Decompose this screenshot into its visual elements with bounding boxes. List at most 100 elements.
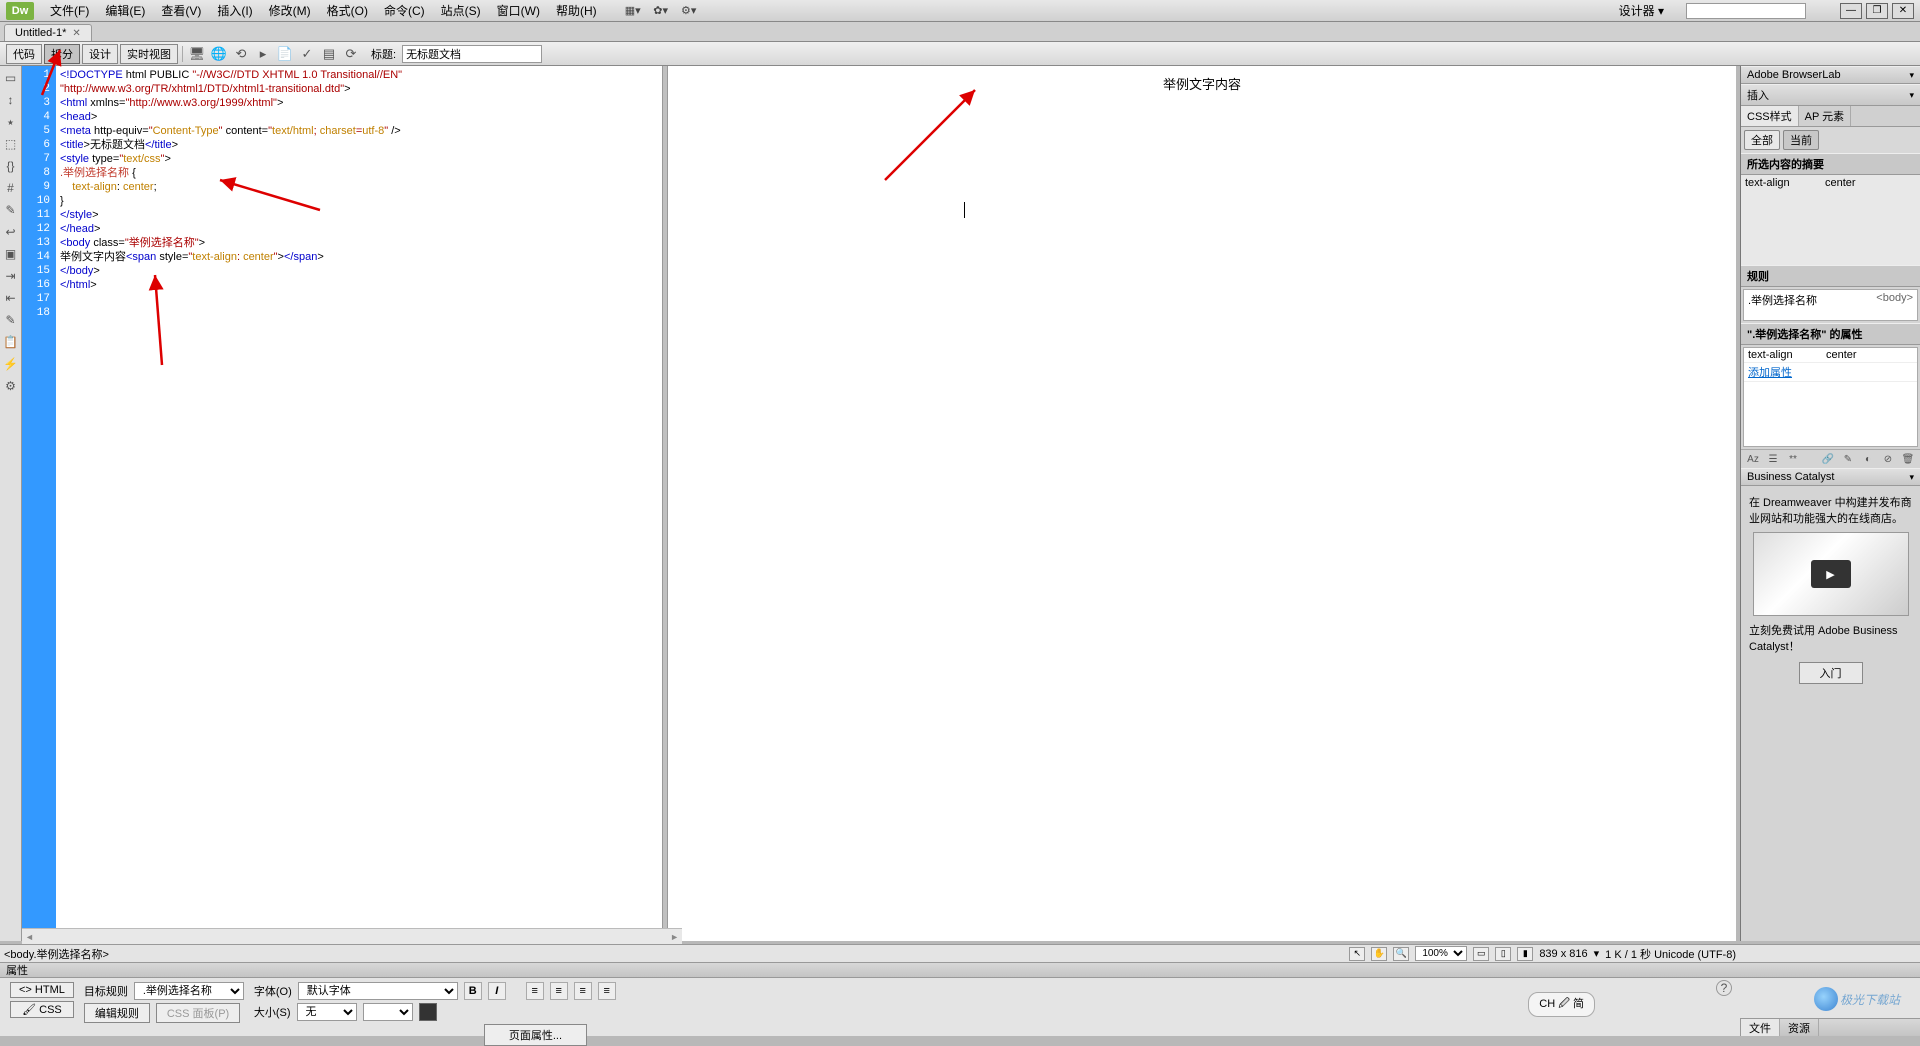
window-size-icon[interactable]: ▭ bbox=[1473, 947, 1489, 961]
css-mode-button[interactable]: 🖌 CSS bbox=[10, 1001, 74, 1018]
menu-view[interactable]: 查看(V) bbox=[153, 0, 209, 21]
layout-icon[interactable]: ▦▾ bbox=[625, 3, 641, 19]
balance-icon[interactable]: {} bbox=[3, 158, 19, 174]
size-unit-select[interactable] bbox=[363, 1003, 413, 1021]
designer-dropdown[interactable]: 设计器 ▾ bbox=[1611, 0, 1672, 21]
snippet-icon[interactable]: ▣ bbox=[3, 246, 19, 262]
format-icon[interactable]: ⚡ bbox=[3, 356, 19, 372]
css-all-button[interactable]: 全部 bbox=[1744, 130, 1780, 150]
sync-icon[interactable]: ⚙▾ bbox=[681, 3, 697, 19]
rule-item[interactable]: .举例选择名称 <body> bbox=[1743, 289, 1918, 321]
zoom-select[interactable]: 100% bbox=[1415, 946, 1467, 961]
wrap-icon[interactable]: ↩ bbox=[3, 224, 19, 240]
ime-badge[interactable]: CH 🖉 简 bbox=[1528, 992, 1595, 1017]
tablet-icon[interactable]: ▯ bbox=[1495, 947, 1511, 961]
menu-format[interactable]: 格式(O) bbox=[319, 0, 376, 21]
target-rule-select[interactable]: .举例选择名称 bbox=[134, 982, 244, 1000]
edit-rule-button[interactable]: 编辑规则 bbox=[84, 1003, 150, 1023]
html-mode-button[interactable]: <> HTML bbox=[10, 982, 74, 998]
italic-button[interactable]: I bbox=[488, 982, 506, 1000]
size-select[interactable]: 无 bbox=[297, 1003, 357, 1021]
line-num-icon[interactable]: # bbox=[3, 180, 19, 196]
panel-insert[interactable]: 插入▾ bbox=[1741, 84, 1920, 106]
close-tab-icon[interactable]: ✕ bbox=[72, 28, 80, 39]
globe-icon[interactable]: 🌐 bbox=[209, 45, 229, 63]
maximize-button[interactable]: ❐ bbox=[1866, 3, 1888, 19]
open-docs-icon[interactable]: ▭ bbox=[3, 70, 19, 86]
menu-insert[interactable]: 插入(I) bbox=[209, 0, 260, 21]
sync-icon[interactable]: ⟲ bbox=[231, 45, 251, 63]
menu-site[interactable]: 站点(S) bbox=[433, 0, 489, 21]
outdent-icon[interactable]: ⇤ bbox=[3, 290, 19, 306]
document-tab[interactable]: Untitled-1* ✕ bbox=[4, 24, 92, 41]
category-icon[interactable]: Az bbox=[1745, 452, 1761, 466]
page-properties-button[interactable]: 页面属性... bbox=[484, 1024, 587, 1046]
horizontal-scrollbar[interactable] bbox=[22, 928, 682, 944]
code-editor[interactable]: <!DOCTYPE html PUBLIC "-//W3C//DTD XHTML… bbox=[56, 66, 662, 941]
menu-commands[interactable]: 命令(C) bbox=[376, 0, 433, 21]
trash-icon[interactable]: 🗑 bbox=[1900, 452, 1916, 466]
attach-icon[interactable]: 🔗 bbox=[1820, 452, 1836, 466]
edit-icon[interactable]: ◐ bbox=[1860, 452, 1876, 466]
design-view[interactable]: 举例文字内容 bbox=[668, 66, 1736, 941]
recent-icon[interactable]: 📋 bbox=[3, 334, 19, 350]
align-left-button[interactable]: ≡ bbox=[526, 982, 544, 1000]
validate-icon[interactable]: ✓ bbox=[297, 45, 317, 63]
panel-business-catalyst[interactable]: Business Catalyst▾ bbox=[1741, 468, 1920, 486]
view-live-button[interactable]: 实时视图 bbox=[120, 44, 178, 64]
disable-icon[interactable]: ⊘ bbox=[1880, 452, 1896, 466]
menu-window[interactable]: 窗口(W) bbox=[489, 0, 548, 21]
help-icon[interactable]: ? bbox=[1716, 980, 1732, 996]
phone-icon[interactable]: ▮ bbox=[1517, 947, 1533, 961]
comment-icon[interactable]: ✎ bbox=[3, 312, 19, 328]
collapse-icon[interactable]: ↕ bbox=[3, 92, 19, 108]
menu-help[interactable]: 帮助(H) bbox=[548, 0, 605, 21]
file-icon[interactable]: 📄 bbox=[275, 45, 295, 63]
prop-value[interactable]: center bbox=[1826, 349, 1857, 361]
menu-file[interactable]: 文件(F) bbox=[42, 0, 97, 21]
text-color-swatch[interactable] bbox=[419, 1003, 437, 1021]
pointer-tool-icon[interactable]: ↖ bbox=[1349, 947, 1365, 961]
bold-button[interactable]: B bbox=[464, 982, 482, 1000]
align-center-button[interactable]: ≡ bbox=[550, 982, 568, 1000]
add-property-link[interactable]: 添加属性 bbox=[1748, 364, 1792, 380]
menu-edit[interactable]: 编辑(E) bbox=[97, 0, 153, 21]
tab-css-styles[interactable]: CSS样式 bbox=[1741, 106, 1799, 126]
tab-assets[interactable]: 资源 bbox=[1780, 1019, 1819, 1036]
view-code-button[interactable]: 代码 bbox=[6, 44, 42, 64]
options-icon[interactable]: ▤ bbox=[319, 45, 339, 63]
minimize-button[interactable]: — bbox=[1840, 3, 1862, 19]
more-icon[interactable]: ⚙ bbox=[3, 378, 19, 394]
tab-files[interactable]: 文件 bbox=[1741, 1019, 1780, 1036]
menu-modify[interactable]: 修改(M) bbox=[261, 0, 319, 21]
bc-video-thumbnail[interactable]: ▶ bbox=[1753, 532, 1909, 616]
tag-icon[interactable]: ⭑ bbox=[3, 114, 19, 130]
hand-tool-icon[interactable]: ✋ bbox=[1371, 947, 1387, 961]
css-current-button[interactable]: 当前 bbox=[1783, 130, 1819, 150]
align-justify-button[interactable]: ≡ bbox=[598, 982, 616, 1000]
tab-ap-elements[interactable]: AP 元素 bbox=[1799, 106, 1852, 126]
highlight-icon[interactable]: ✎ bbox=[3, 202, 19, 218]
indent-icon[interactable]: ⇥ bbox=[3, 268, 19, 284]
view-design-button[interactable]: 设计 bbox=[82, 44, 118, 64]
extend-icon[interactable]: ✿▾ bbox=[653, 3, 669, 19]
align-right-button[interactable]: ≡ bbox=[574, 982, 592, 1000]
bc-start-button[interactable]: 入门 bbox=[1799, 662, 1863, 684]
prop-name[interactable]: text-align bbox=[1748, 349, 1826, 361]
search-input[interactable] bbox=[1686, 3, 1806, 19]
properties-panel-title[interactable]: 属性 bbox=[0, 962, 1920, 978]
inspect-icon[interactable]: 🖥 bbox=[187, 45, 207, 63]
css-panel-button[interactable]: CSS 面板(P) bbox=[156, 1003, 240, 1023]
new-rule-icon[interactable]: ✎ bbox=[1840, 452, 1856, 466]
view-split-button[interactable]: 拆分 bbox=[44, 44, 80, 64]
nav-icon[interactable]: ▸ bbox=[253, 45, 273, 63]
tag-selector[interactable]: <body.举例选择名称> bbox=[4, 946, 109, 962]
zoom-tool-icon[interactable]: 🔍 bbox=[1393, 947, 1409, 961]
font-select[interactable]: 默认字体 bbox=[298, 982, 458, 1000]
select-parent-icon[interactable]: ⬚ bbox=[3, 136, 19, 152]
refresh-icon[interactable]: ⟳ bbox=[341, 45, 361, 63]
set-icon[interactable]: ** bbox=[1785, 452, 1801, 466]
list-icon[interactable]: ☰ bbox=[1765, 452, 1781, 466]
panel-browserlab[interactable]: Adobe BrowserLab▾ bbox=[1741, 66, 1920, 84]
title-input[interactable] bbox=[402, 45, 542, 63]
